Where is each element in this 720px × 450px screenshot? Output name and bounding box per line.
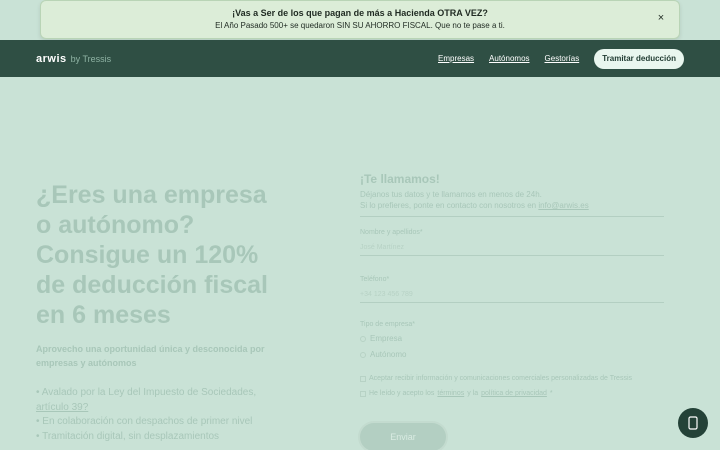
hero-line: de deducción fiscal <box>36 271 269 299</box>
nav-empresas[interactable]: Empresas <box>438 54 474 63</box>
phone-underline <box>360 302 664 303</box>
radio-label: Empresa <box>370 334 403 343</box>
callback-form: ¡Te llamamos! Déjanos tus datos y te lla… <box>360 172 664 397</box>
checkbox-icon[interactable] <box>360 375 366 382</box>
benefit-text: • Tramitación digital, sin desplazamient… <box>36 430 220 442</box>
phone-input[interactable]: +34 123 456 789 <box>360 291 664 298</box>
checkbox-icon[interactable] <box>360 390 366 397</box>
company-type-group: Tipo de empresa* Empresa Autónomo <box>360 321 664 359</box>
benefit-text: • En colaboración con despachos de prime… <box>36 416 253 427</box>
phone-field[interactable]: Teléfono* +34 123 456 789 <box>360 276 664 303</box>
form-description: Déjanos tus datos y te llamamos en menos… <box>360 189 664 211</box>
tramitar-deduccion-button[interactable]: Tramitar deducción <box>594 48 684 69</box>
privacy-link[interactable]: política de privacidad <box>481 390 547 397</box>
top-navbar: arwis by Tressis Empresas Autónomos Gest… <box>0 40 720 77</box>
benefit-list: • Avalado por la Ley del Impuesto de Soc… <box>36 386 306 444</box>
form-title: ¡Te llamamos! <box>360 172 440 186</box>
brand-sub: by Tressis <box>70 53 112 64</box>
name-field[interactable]: Nombre y apellidos* José Martínez <box>360 229 664 256</box>
consent-checkbox-row[interactable]: Aceptar recibir información y comunicaci… <box>360 375 664 382</box>
terms-mid: y la <box>467 390 479 397</box>
form-desc-prefix: Si lo prefieres, ponte en contacto con n… <box>360 201 537 210</box>
close-icon[interactable]: × <box>654 11 668 25</box>
hero-line: o autónomo? <box>36 211 195 239</box>
form-desc-line: Déjanos tus datos y te llamamos en menos… <box>360 190 542 199</box>
brand-main: arwis <box>36 52 67 65</box>
benefit-item: • En colaboración con despachos de prime… <box>36 415 306 430</box>
hero-line: en 6 meses <box>36 301 171 329</box>
consent-text: Aceptar recibir información y comunicaci… <box>369 375 633 382</box>
brand-logo[interactable]: arwis by Tressis <box>36 53 111 65</box>
form-desc-line: Si lo prefieres, ponte en contacto con n… <box>360 200 664 211</box>
company-type-label: Tipo de empresa* <box>360 321 415 328</box>
phone-label: Teléfono* <box>360 276 390 283</box>
radio-circle-icon[interactable] <box>360 351 366 358</box>
promo-banner: ¡Vas a Ser de los que pagan de más a Hac… <box>40 0 680 39</box>
name-underline <box>360 255 664 256</box>
hero-line: Consigue un 120% <box>36 241 259 269</box>
radio-empresa[interactable]: Empresa <box>360 334 664 343</box>
banner-title: ¡Vas a Ser de los que pagan de más a Hac… <box>232 8 488 18</box>
terms-prefix: He leído y acepto los <box>369 390 435 397</box>
nav-gestorias[interactable]: Gestorías <box>545 54 580 63</box>
hero-subtitle: Aprovecho una oportunidad única y descon… <box>36 344 265 368</box>
name-input[interactable]: José Martínez <box>360 244 664 251</box>
benefit-item: • Avalado por la Ley del Impuesto de Soc… <box>36 386 306 415</box>
benefit-text: • Avalado por la Ley del Impuesto de Soc… <box>36 387 257 398</box>
email-link[interactable]: info@arwis.es <box>538 201 588 210</box>
divider <box>360 216 664 217</box>
articulo-link[interactable]: artículo 39? <box>36 402 88 413</box>
radio-autonomo[interactable]: Autónomo <box>360 350 664 359</box>
benefit-item: • Tramitación digital, sin desplazamient… <box>36 430 306 445</box>
chat-button[interactable] <box>678 408 708 438</box>
submit-button[interactable]: Enviar <box>360 423 446 450</box>
radio-label: Autónomo <box>370 350 407 359</box>
terms-suffix: * <box>549 390 553 397</box>
name-label: Nombre y apellidos* <box>360 229 423 236</box>
nav-links: Empresas Autónomos Gestorías Tramitar de… <box>423 48 684 69</box>
terms-checkbox-row[interactable]: He leído y acepto los términos y la polí… <box>360 390 664 397</box>
radio-circle-icon[interactable] <box>360 335 366 342</box>
hero-title: ¿Eres una empresa o autónomo? Consigue u… <box>36 180 306 330</box>
phone-icon <box>688 416 698 430</box>
banner-text: El Año Pasado 500+ se quedaron SIN SU AH… <box>215 21 505 30</box>
hero-line: ¿Eres una empresa <box>36 181 267 209</box>
nav-autonomos[interactable]: Autónomos <box>489 54 529 63</box>
terms-link[interactable]: términos <box>437 390 464 397</box>
